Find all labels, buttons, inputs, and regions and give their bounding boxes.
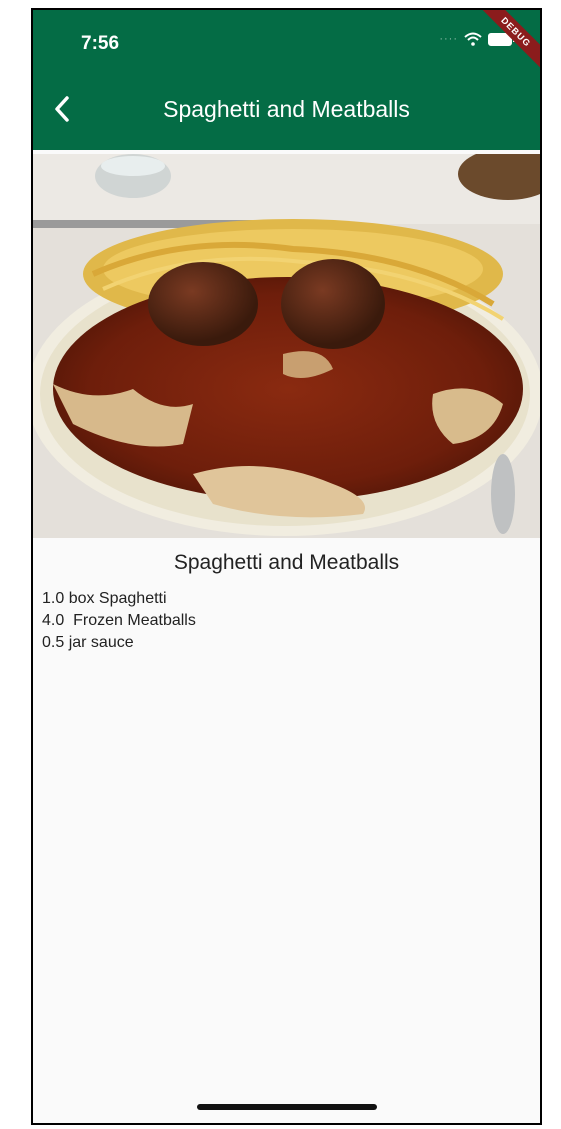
home-indicator[interactable] <box>197 1104 377 1110</box>
app-bar: 7:56 ···· DEBUG Spaghetti and Meatballs <box>33 10 540 150</box>
ingredient-list: 1.0 box Spaghetti 4.0 Frozen Meatballs 0… <box>42 588 196 654</box>
status-icons: ···· <box>439 32 515 46</box>
wifi-icon <box>464 32 482 46</box>
phone-frame: 7:56 ···· DEBUG Spaghetti and Meatballs <box>31 8 542 1125</box>
ingredient-item: 4.0 Frozen Meatballs <box>42 612 196 629</box>
page-title: Spaghetti and Meatballs <box>163 96 410 122</box>
recipe-photo-image <box>33 154 540 538</box>
recipe-title: Spaghetti and Meatballs <box>173 551 400 574</box>
ingredient-item: 1.0 box Spaghetti <box>42 590 167 607</box>
ingredient-item: 0.5 jar sauce <box>42 634 134 651</box>
status-time: 7:56 <box>81 33 120 54</box>
recipe-photo <box>33 154 540 538</box>
signal-icon: ···· <box>439 33 458 45</box>
